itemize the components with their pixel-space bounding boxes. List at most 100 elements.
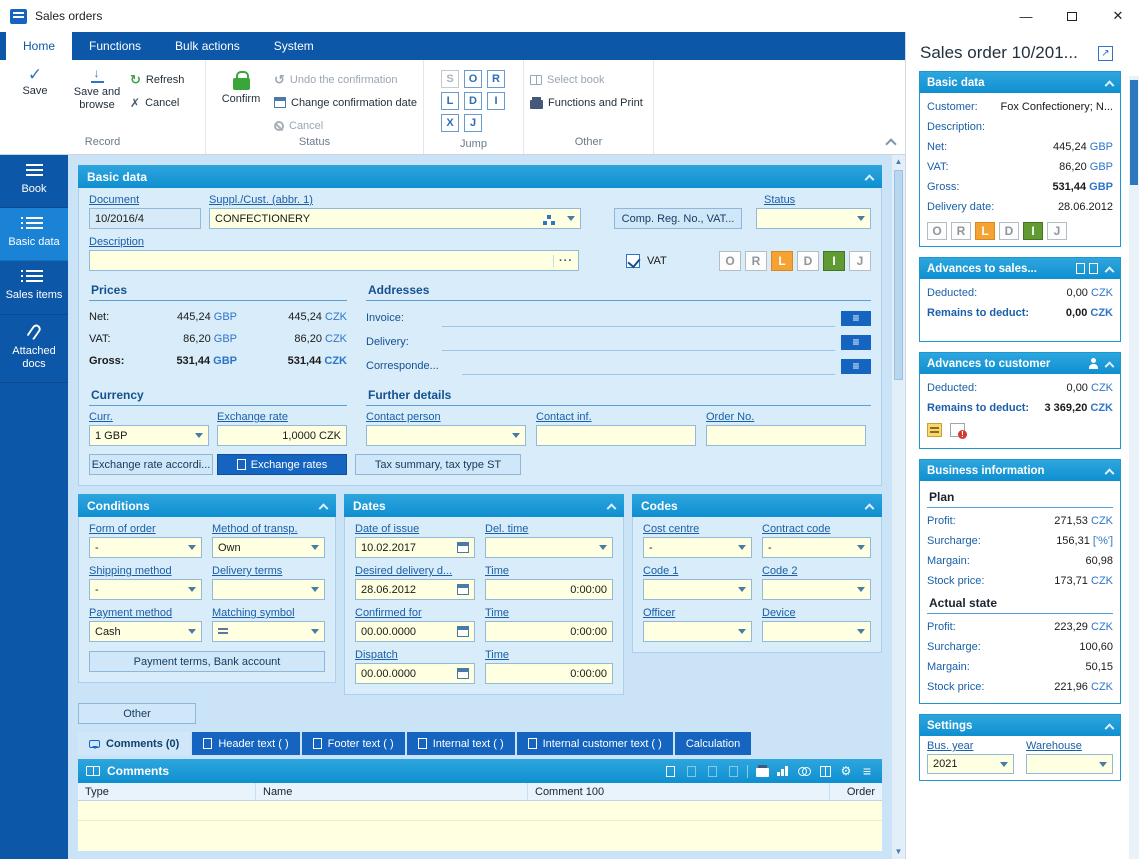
form-of-order-combo[interactable]: -: [89, 537, 202, 558]
p-flag-d[interactable]: D: [999, 222, 1019, 240]
collapse-basic-data-icon[interactable]: [865, 174, 875, 184]
code1-dropdown-icon[interactable]: [738, 587, 746, 592]
confirmed-for-calendar-icon[interactable]: [457, 626, 469, 637]
column-header-order[interactable]: Order: [830, 783, 882, 800]
status-dropdown-icon[interactable]: [857, 216, 865, 221]
save-and-browse-button[interactable]: Save and browse: [68, 64, 126, 136]
collapse-ribbon-icon[interactable]: [885, 138, 896, 149]
tab-internal-text[interactable]: Internal text ( ): [407, 732, 515, 755]
transport-combo[interactable]: Own: [212, 537, 325, 558]
invoice-address-field[interactable]: [442, 309, 835, 327]
order-no-field[interactable]: [706, 425, 866, 446]
code1-combo[interactable]: [643, 579, 752, 600]
tax-summary-button[interactable]: Tax summary, tax type ST: [355, 454, 521, 475]
description-more-button[interactable]: ···: [553, 255, 573, 267]
confirm-button[interactable]: Confirm: [212, 64, 270, 136]
search-binoculars-icon[interactable]: [798, 767, 811, 776]
exchange-rates-button[interactable]: Exchange rates: [217, 454, 347, 475]
jump-letter-j[interactable]: J: [464, 114, 482, 132]
delivery-terms-dropdown-icon[interactable]: [311, 587, 319, 592]
confirmed-for-field[interactable]: 00.00.0000: [355, 621, 475, 642]
exchange-rate-field[interactable]: 1,0000 CZK: [217, 425, 347, 446]
org-tree-icon[interactable]: [547, 215, 551, 219]
supplier-dropdown-icon[interactable]: [567, 216, 575, 221]
exchange-rate-according-button[interactable]: Exchange rate accordi...: [89, 454, 213, 475]
comp-reg-button[interactable]: Comp. Reg. No., VAT...: [614, 208, 742, 229]
flag-i[interactable]: I: [823, 251, 845, 271]
save-button[interactable]: ✓ Save: [6, 64, 64, 136]
scrollbar-thumb[interactable]: [894, 170, 903, 380]
column-header-type[interactable]: Type: [78, 783, 256, 800]
collapse-business-information-icon[interactable]: [1105, 468, 1115, 478]
delivery-terms-combo[interactable]: [212, 579, 325, 600]
time3-field[interactable]: 0:00:00: [485, 663, 613, 684]
jump-letter-l[interactable]: L: [441, 92, 459, 110]
status-field[interactable]: [756, 208, 871, 229]
correspondence-address-menu-button[interactable]: ≡: [841, 359, 871, 374]
jump-letter-o[interactable]: O: [464, 70, 482, 88]
advance-note-icon[interactable]: [927, 423, 942, 437]
tab-bulk-actions[interactable]: Bulk actions: [158, 32, 257, 60]
advance-doc2-icon[interactable]: [1089, 263, 1098, 274]
tab-system[interactable]: System: [257, 32, 331, 60]
cost-centre-dropdown-icon[interactable]: [738, 545, 746, 550]
invoice-address-menu-button[interactable]: ≡: [841, 311, 871, 326]
delivery-address-menu-button[interactable]: ≡: [841, 335, 871, 350]
device-dropdown-icon[interactable]: [857, 629, 865, 634]
sidebar-item-attached-docs[interactable]: Attached docs: [0, 315, 68, 383]
dispatch-calendar-icon[interactable]: [457, 668, 469, 679]
open-in-window-icon[interactable]: ↗: [1098, 46, 1113, 61]
cost-centre-combo[interactable]: -: [643, 537, 752, 558]
supplier-field[interactable]: CONFECTIONERY: [209, 208, 581, 229]
cancel-status-button[interactable]: Cancel: [274, 116, 417, 135]
collapse-advances-sales-icon[interactable]: [1105, 266, 1115, 276]
dispatch-field[interactable]: 00.00.0000: [355, 663, 475, 684]
code2-dropdown-icon[interactable]: [857, 587, 865, 592]
undo-confirmation-button[interactable]: ↺ Undo the confirmation: [274, 70, 417, 89]
tab-functions[interactable]: Functions: [72, 32, 158, 60]
sidebar-item-sales-items[interactable]: Sales items: [0, 261, 68, 314]
cancel-record-button[interactable]: ✗ Cancel: [130, 93, 184, 112]
tab-comments[interactable]: Comments (0): [78, 732, 190, 755]
collapse-advances-customer-icon[interactable]: [1105, 361, 1115, 371]
description-field[interactable]: ···: [89, 250, 579, 271]
payment-method-combo[interactable]: Cash: [89, 621, 202, 642]
column-header-name[interactable]: Name: [256, 783, 528, 800]
payment-method-dropdown-icon[interactable]: [188, 629, 196, 634]
code2-combo[interactable]: [762, 579, 871, 600]
payment-terms-button[interactable]: Payment terms, Bank account: [89, 651, 325, 672]
date-of-issue-field[interactable]: 10.02.2017: [355, 537, 475, 558]
collapse-codes-icon[interactable]: [865, 503, 875, 513]
shipping-method-combo[interactable]: -: [89, 579, 202, 600]
transport-dropdown-icon[interactable]: [311, 545, 319, 550]
currency-dropdown-icon[interactable]: [195, 433, 203, 438]
jump-letter-x[interactable]: X: [441, 114, 459, 132]
sidebar-item-book[interactable]: Book: [0, 155, 68, 208]
del-time-field[interactable]: [485, 537, 613, 558]
warehouse-dropdown-icon[interactable]: [1099, 762, 1107, 767]
select-book-button[interactable]: Select book: [530, 70, 643, 89]
p-flag-r[interactable]: R: [951, 222, 971, 240]
delivery-address-field[interactable]: [442, 333, 835, 351]
jump-letter-d[interactable]: D: [464, 92, 482, 110]
document-field[interactable]: 10/2016/4: [89, 208, 201, 229]
matching-symbol-dropdown-icon[interactable]: [311, 629, 319, 634]
p-flag-i[interactable]: I: [1023, 222, 1043, 240]
form-of-order-dropdown-icon[interactable]: [188, 545, 196, 550]
tab-internal-customer-text[interactable]: Internal customer text ( ): [517, 732, 673, 755]
content-scrollbar[interactable]: ▲ ▼: [892, 155, 905, 859]
column-header-comment[interactable]: Comment 100: [528, 783, 830, 800]
settings-gear-icon[interactable]: ⚙: [839, 764, 853, 778]
shipping-method-dropdown-icon[interactable]: [188, 587, 196, 592]
collapse-dates-icon[interactable]: [607, 503, 617, 513]
summary-scrollbar-thumb[interactable]: [1130, 80, 1138, 185]
p-flag-o[interactable]: O: [927, 222, 947, 240]
refresh-button[interactable]: ↻ Refresh: [130, 70, 184, 89]
desired-delivery-field[interactable]: 28.06.2012: [355, 579, 475, 600]
p-flag-j[interactable]: J: [1047, 222, 1067, 240]
device-combo[interactable]: [762, 621, 871, 642]
chart-icon[interactable]: [777, 766, 789, 776]
sidebar-item-basic-data[interactable]: Basic data: [0, 208, 68, 261]
close-button[interactable]: ✕: [1095, 0, 1141, 32]
scroll-up-icon[interactable]: ▲: [895, 156, 903, 168]
